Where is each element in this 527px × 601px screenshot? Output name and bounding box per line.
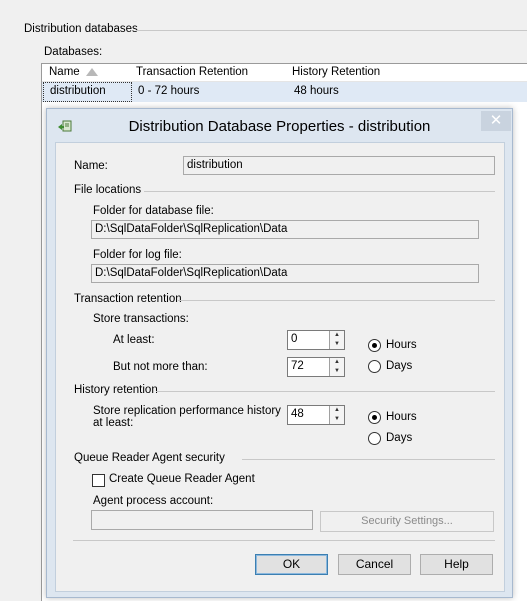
agent-account-field[interactable] xyxy=(91,510,313,530)
history-hours-label[interactable]: Hours xyxy=(386,411,417,423)
queue-reader-heading: Queue Reader Agent security xyxy=(74,452,225,464)
section-title: Distribution databases xyxy=(24,23,138,35)
transaction-retention-heading: Transaction retention xyxy=(74,293,182,305)
dialog-title: Distribution Database Properties - distr… xyxy=(128,118,431,135)
queue-reader-divider xyxy=(242,459,495,460)
store-transactions-label: Store transactions: xyxy=(93,313,189,325)
log-folder-field[interactable]: D:\SqlDataFolder\SqlReplication\Data xyxy=(91,264,479,283)
name-label: Name: xyxy=(74,160,108,172)
at-least-label: At least: xyxy=(113,334,155,346)
max-stepper[interactable]: 72 ▲ ▼ xyxy=(287,357,345,377)
dialog-titlebar[interactable]: Distribution Database Properties - distr… xyxy=(47,109,512,141)
history-hours-radio[interactable] xyxy=(368,411,381,424)
row-history-retention-cell: 48 hours xyxy=(294,85,339,97)
at-least-value: 0 xyxy=(291,333,298,345)
max-label: But not more than: xyxy=(113,361,208,373)
spin-down-icon[interactable]: ▼ xyxy=(329,340,344,349)
help-button[interactable]: Help xyxy=(420,554,493,575)
sort-ascending-icon xyxy=(86,68,98,76)
security-settings-button[interactable]: Security Settings... xyxy=(320,511,494,532)
cancel-button[interactable]: Cancel xyxy=(338,554,411,575)
dialog-body: Name: distribution File locations Folder… xyxy=(55,142,505,592)
file-locations-heading: File locations xyxy=(74,184,142,196)
row-transaction-retention-cell: 0 - 72 hours xyxy=(138,85,200,97)
databases-label: Databases: xyxy=(44,46,103,58)
transaction-days-radio[interactable] xyxy=(368,360,381,373)
transaction-hours-radio[interactable] xyxy=(368,339,381,352)
transaction-retention-divider xyxy=(178,300,495,301)
store-history-label: Store replication performance history at… xyxy=(93,405,281,429)
max-value: 72 xyxy=(291,360,304,372)
history-retention-divider xyxy=(156,391,495,392)
column-header-transaction-retention[interactable]: Transaction Retention xyxy=(136,66,248,78)
ok-button[interactable]: OK xyxy=(255,554,328,575)
history-value: 48 xyxy=(291,408,304,420)
column-header-name[interactable]: Name xyxy=(49,66,80,78)
history-days-label[interactable]: Days xyxy=(386,432,412,444)
transaction-hours-label[interactable]: Hours xyxy=(386,339,417,351)
db-folder-field[interactable]: D:\SqlDataFolder\SqlReplication\Data xyxy=(91,220,479,239)
close-button[interactable]: ✕ xyxy=(481,111,511,131)
transaction-days-label[interactable]: Days xyxy=(386,360,412,372)
section-divider xyxy=(136,30,527,31)
spin-down-icon[interactable]: ▼ xyxy=(329,367,344,376)
column-header-history-retention[interactable]: History Retention xyxy=(292,66,380,78)
create-queue-reader-label[interactable]: Create Queue Reader Agent xyxy=(109,473,255,485)
focus-rectangle xyxy=(43,82,132,102)
footer-divider xyxy=(73,540,495,541)
history-retention-heading: History retention xyxy=(74,384,158,396)
at-least-stepper[interactable]: 0 ▲ ▼ xyxy=(287,330,345,350)
spin-down-icon[interactable]: ▼ xyxy=(329,415,344,424)
grid-header: Name Transaction Retention History Reten… xyxy=(42,64,527,82)
distribution-properties-dialog: Distribution Database Properties - distr… xyxy=(46,108,513,598)
db-folder-label: Folder for database file: xyxy=(93,205,214,217)
history-days-radio[interactable] xyxy=(368,432,381,445)
history-stepper[interactable]: 48 ▲ ▼ xyxy=(287,405,345,425)
log-folder-label: Folder for log file: xyxy=(93,249,182,261)
agent-account-label: Agent process account: xyxy=(93,495,214,507)
file-locations-divider xyxy=(144,191,495,192)
create-queue-reader-checkbox[interactable] xyxy=(92,474,105,487)
name-field[interactable]: distribution xyxy=(183,156,495,175)
close-icon: ✕ xyxy=(489,112,503,129)
